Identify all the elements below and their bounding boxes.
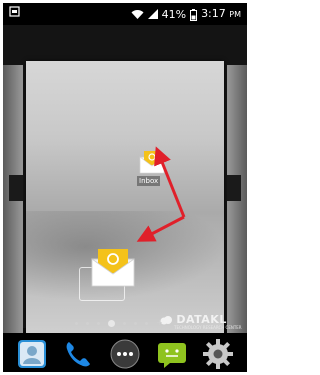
- watermark-subtext: TECHNOLOGY RESEARCH CENTER: [174, 325, 242, 330]
- page-edge-marker: [9, 175, 23, 201]
- settings-icon: [203, 339, 233, 369]
- page-dot-active[interactable]: [108, 319, 115, 327]
- previous-page-edge[interactable]: [3, 65, 23, 335]
- watermark-logo: DATAKL TECHNOLOGY RESEARCH CENTER: [160, 313, 242, 330]
- clock-time: 3:17: [201, 7, 226, 20]
- phone-icon: [66, 342, 90, 367]
- clock-ampm: PM: [229, 10, 241, 19]
- home-page-panel[interactable]: [26, 61, 224, 337]
- inbox-envelope-icon: [139, 151, 165, 174]
- page-dot[interactable]: [145, 321, 148, 325]
- settings-app[interactable]: [201, 337, 235, 371]
- wifi-icon: [131, 10, 144, 19]
- favorites-dock: [3, 333, 247, 372]
- dragged-inbox-widget[interactable]: [90, 247, 136, 287]
- inbox-widget[interactable]: [139, 150, 165, 174]
- page-indicator: +: [75, 319, 163, 327]
- page-dot[interactable]: [97, 321, 100, 325]
- app-drawer-icon: [110, 339, 140, 369]
- signal-icon: [147, 9, 158, 19]
- page-edge-marker: [227, 175, 241, 201]
- battery-icon: [190, 8, 198, 21]
- app-drawer-button[interactable]: [108, 337, 142, 371]
- contacts-app[interactable]: [15, 337, 49, 371]
- page-dot[interactable]: [75, 321, 78, 325]
- battery-percent: 41%: [161, 7, 187, 21]
- page-dot[interactable]: [134, 321, 137, 325]
- notification-area: [9, 6, 20, 20]
- inbox-envelope-icon: [91, 249, 135, 287]
- messaging-app[interactable]: [155, 337, 189, 371]
- next-page-edge[interactable]: [227, 65, 247, 335]
- messaging-icon: [158, 343, 186, 368]
- status-indicators: 41% 3:17 PM: [131, 6, 241, 23]
- contacts-icon: [18, 340, 46, 368]
- page-dot[interactable]: [86, 321, 89, 325]
- screenshot-icon: [9, 6, 20, 17]
- clock: 3:17 PM: [201, 6, 241, 23]
- page-dot[interactable]: [123, 321, 126, 325]
- phone-screen: 41% 3:17 PM Inbox DATAKL TECHNOLOGY RESE…: [3, 3, 247, 372]
- status-bar: 41% 3:17 PM: [3, 3, 247, 25]
- add-page-icon[interactable]: +: [156, 319, 163, 327]
- phone-app[interactable]: [61, 337, 95, 371]
- home-workspace: Inbox DATAKL TECHNOLOGY RESEARCH CENTER: [3, 25, 247, 337]
- inbox-widget-label: Inbox: [137, 176, 161, 186]
